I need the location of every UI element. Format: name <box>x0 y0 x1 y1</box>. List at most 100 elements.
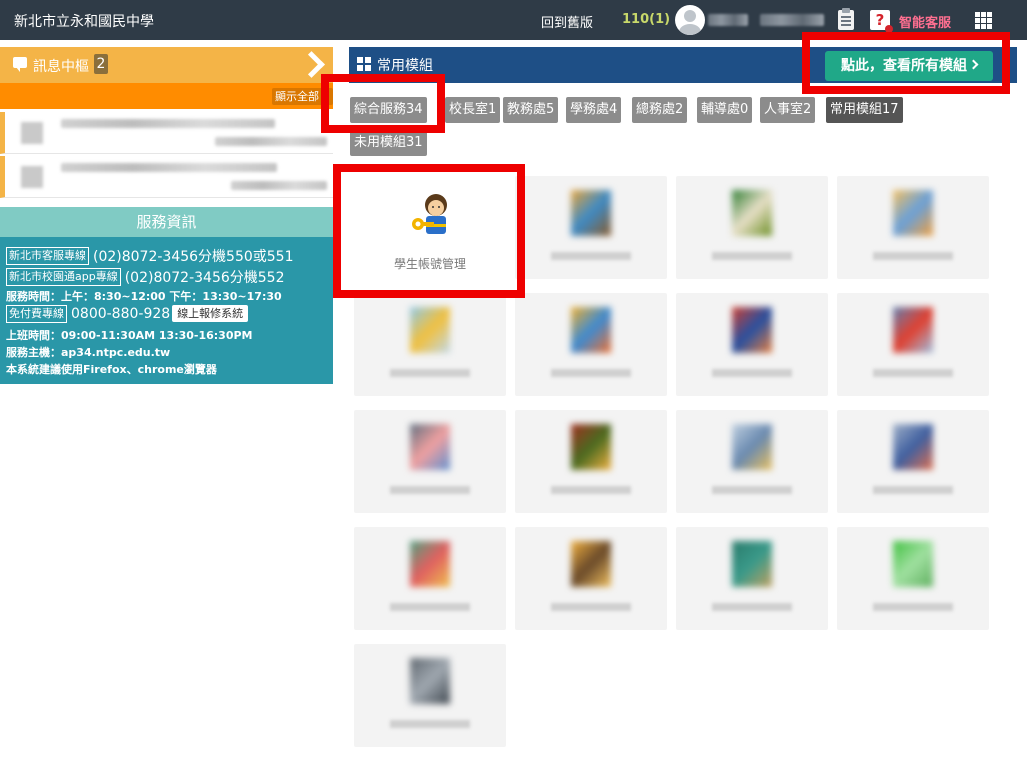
module-tile[interactable] <box>676 293 828 396</box>
module-icon <box>571 307 611 353</box>
module-icon <box>571 541 611 587</box>
clipboard-icon[interactable] <box>838 8 854 30</box>
avatar-head-shape <box>684 10 696 22</box>
app-hotline-row: 新北市校園通app專線 (02)8072-3456分機552 <box>6 266 285 287</box>
free-line-row: 免付費專線 0800-880-928 線上報修系統 <box>6 303 249 323</box>
module-icon <box>410 658 450 704</box>
message-item[interactable] <box>0 156 333 198</box>
module-label-redacted <box>551 486 631 494</box>
module-tile[interactable] <box>837 527 989 630</box>
module-label-redacted <box>390 486 470 494</box>
message-date-redacted <box>231 181 327 190</box>
message-center-title: 訊息中樞 <box>33 59 89 75</box>
school-name: 新北市立永和國民中學 <box>14 14 154 30</box>
module-icon <box>571 424 611 470</box>
app-hotline-number: (02)8072-3456分機552 <box>124 269 285 286</box>
module-icon <box>732 307 772 353</box>
module-icon <box>893 190 933 236</box>
module-icon <box>410 307 450 353</box>
free-line-label: 免付費專線 <box>6 304 67 323</box>
tab-student-affairs[interactable]: 學務處4 <box>566 97 622 123</box>
hotline-label: 新北市客服專線 <box>6 246 89 265</box>
work-hours: 上班時間：09:00-11:30AM 13:30-16:30PM <box>6 329 253 342</box>
message-date-redacted <box>215 137 327 146</box>
hotline-number: (02)8072-3456分機550或551 <box>93 248 294 265</box>
message-toolbar: 顯示全部 <box>0 83 333 109</box>
message-title-redacted <box>61 119 275 128</box>
free-line-number: 0800-880-928 <box>71 305 171 322</box>
module-tile[interactable] <box>354 410 506 513</box>
apps-grid-icon[interactable] <box>975 12 992 29</box>
service-info-panel: 新北市客服專線 (02)8072-3456分機550或551 新北市校園通app專… <box>0 237 333 384</box>
chevron-right-icon[interactable] <box>300 53 322 75</box>
tab-personnel[interactable]: 人事室2 <box>760 97 816 123</box>
module-tile[interactable] <box>676 527 828 630</box>
tab-principal-office[interactable]: 校長室1 <box>445 97 501 123</box>
app-hotline-label: 新北市校園通app專線 <box>6 267 121 286</box>
module-icon <box>893 541 933 587</box>
online-repair-button[interactable]: 線上報修系統 <box>172 305 249 322</box>
highlight-box-student-account <box>333 164 525 298</box>
module-label-redacted <box>551 603 631 611</box>
service-info-header: 服務資訊 <box>0 207 333 237</box>
module-icon <box>410 541 450 587</box>
module-label-redacted <box>873 486 953 494</box>
module-tile[interactable] <box>837 293 989 396</box>
module-tile[interactable] <box>515 527 667 630</box>
module-label-redacted <box>873 369 953 377</box>
module-label-redacted <box>551 252 631 260</box>
module-icon <box>732 424 772 470</box>
grid-squares-icon <box>357 57 371 71</box>
module-tile[interactable] <box>837 176 989 279</box>
tab-academic-affairs[interactable]: 教務處5 <box>503 97 559 123</box>
page: 新北市立永和國民中學 回到舊版 110(1) ? 智能客服 訊息中樞 2 顯示全… <box>0 0 1027 764</box>
module-tile[interactable] <box>676 410 828 513</box>
message-count-badge: 2 <box>94 54 108 74</box>
message-sender-icon <box>21 166 43 188</box>
module-tile[interactable] <box>515 176 667 279</box>
module-icon <box>571 190 611 236</box>
service-hours: 服務時間：上午：8:30~12:00 下午：13:30~17:30 <box>6 290 282 303</box>
highlight-box-general-tab <box>321 74 445 133</box>
help-question-icon[interactable]: ? <box>870 10 893 33</box>
browser-recommendation: 本系統建議使用Firefox、chrome瀏覽器 <box>6 363 217 376</box>
ai-customer-service-link[interactable]: 智能客服 <box>899 12 951 31</box>
message-item[interactable] <box>0 112 333 154</box>
module-label-redacted <box>551 369 631 377</box>
module-tile[interactable] <box>354 293 506 396</box>
user-role-redacted <box>760 14 824 26</box>
tab-frequent-modules[interactable]: 常用模組17 <box>826 97 903 123</box>
tab-counseling[interactable]: 輔導處0 <box>697 97 753 123</box>
tab-general-affairs[interactable]: 總務處2 <box>632 97 688 123</box>
module-tile[interactable] <box>515 410 667 513</box>
message-center-header[interactable]: 訊息中樞 2 <box>0 47 333 83</box>
hotline-row: 新北市客服專線 (02)8072-3456分機550或551 <box>6 245 294 266</box>
back-to-old-version-link[interactable]: 回到舊版 <box>541 12 593 31</box>
module-label-redacted <box>712 252 792 260</box>
module-tile[interactable] <box>676 176 828 279</box>
module-label-redacted <box>712 369 792 377</box>
module-label-redacted <box>873 252 953 260</box>
module-tile[interactable] <box>837 410 989 513</box>
module-label-redacted <box>873 603 953 611</box>
module-icon <box>410 424 450 470</box>
module-tile[interactable] <box>515 293 667 396</box>
module-label-redacted <box>390 369 470 377</box>
avatar-body-shape <box>679 24 701 35</box>
service-host: 服務主機：ap34.ntpc.edu.tw <box>6 346 171 359</box>
tab-unused-modules[interactable]: 未用模組31 <box>350 130 427 156</box>
module-icon <box>732 541 772 587</box>
chat-bubble-icon <box>13 57 27 72</box>
message-title-redacted <box>61 163 277 172</box>
module-icon <box>732 190 772 236</box>
module-label-redacted <box>712 603 792 611</box>
semester-indicator[interactable]: 110(1) <box>622 12 670 27</box>
module-label-redacted <box>390 603 470 611</box>
module-label-redacted <box>390 720 470 728</box>
user-avatar[interactable] <box>675 5 705 35</box>
module-icon <box>893 424 933 470</box>
module-tile[interactable] <box>354 644 506 747</box>
module-tile[interactable] <box>354 527 506 630</box>
module-label-redacted <box>712 486 792 494</box>
modules-title: 常用模組 <box>377 58 433 74</box>
